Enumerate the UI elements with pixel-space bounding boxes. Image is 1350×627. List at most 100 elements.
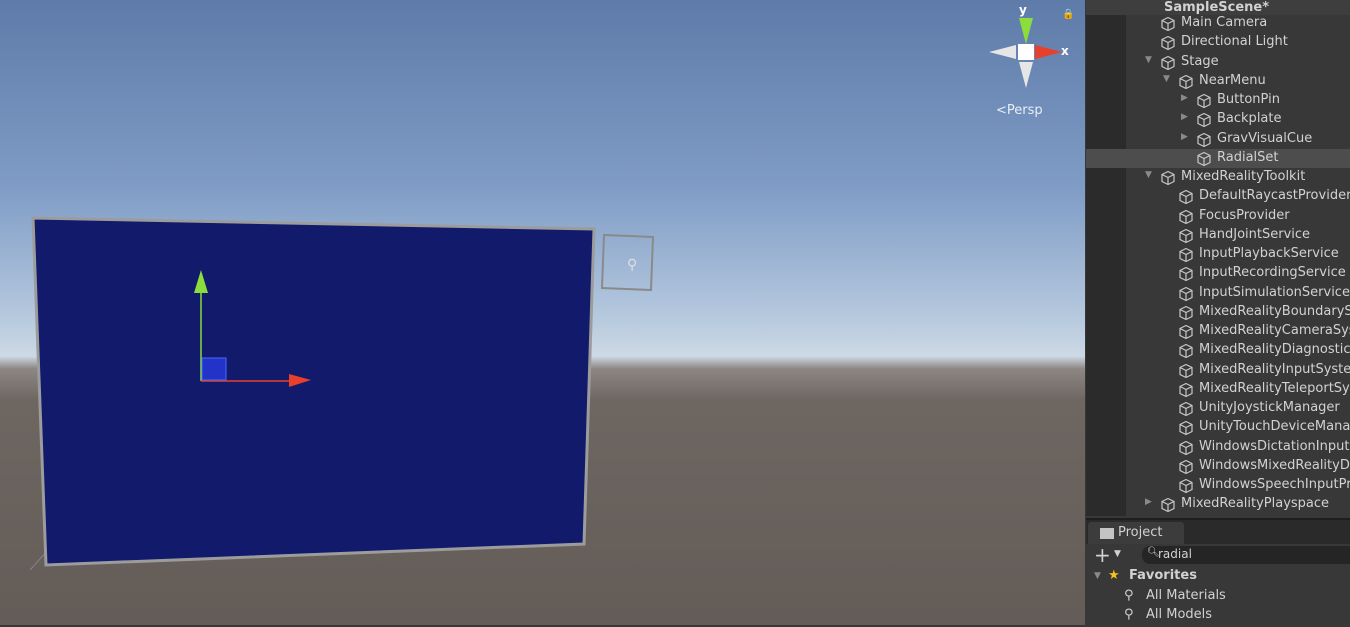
hierarchy-item[interactable]: WindowsSpeechInputProvider bbox=[1086, 476, 1350, 495]
item-label: FocusProvider bbox=[1199, 207, 1290, 223]
gameobject-icon bbox=[1196, 93, 1212, 109]
hierarchy-item[interactable]: MixedRealityTeleportSystem bbox=[1086, 380, 1350, 399]
gameobject-icon bbox=[1178, 478, 1194, 494]
gameobject-icon bbox=[1178, 363, 1194, 379]
lock-icon[interactable]: 🔒 bbox=[1062, 8, 1074, 20]
favorite-label: All Models bbox=[1146, 607, 1213, 622]
hierarchy-item[interactable]: InputRecordingService bbox=[1086, 264, 1350, 283]
hierarchy-item[interactable]: UnityTouchDeviceManager bbox=[1086, 418, 1350, 437]
expand-arrow-icon[interactable]: ▼ bbox=[1094, 571, 1101, 581]
hierarchy-item[interactable]: ▶ Backplate bbox=[1086, 110, 1350, 129]
item-label: Stage bbox=[1181, 53, 1219, 69]
item-label: NearMenu bbox=[1199, 72, 1266, 88]
gameobject-icon bbox=[1178, 247, 1194, 263]
gizmo-center[interactable] bbox=[1018, 44, 1034, 60]
hierarchy-item[interactable]: InputSimulationService bbox=[1086, 284, 1350, 303]
hierarchy-item[interactable]: RadialSet bbox=[1086, 148, 1350, 168]
item-label: InputRecordingService bbox=[1199, 265, 1346, 281]
hierarchy-panel[interactable]: SampleScene* Main Camera Directional Ligh… bbox=[1086, 0, 1350, 516]
gameobject-icon bbox=[1178, 440, 1194, 456]
favorite-item[interactable]: ⚲ All Materials bbox=[1086, 588, 1350, 608]
item-label: WindowsMixedRealityDeviceManager bbox=[1199, 457, 1350, 473]
item-label: MixedRealityTeleportSystem bbox=[1199, 380, 1350, 396]
search-input[interactable]: 🔍︎ radial bbox=[1142, 546, 1350, 564]
search-icon: ⚲ bbox=[1124, 607, 1134, 622]
hierarchy-item[interactable]: DefaultRaycastProvider bbox=[1086, 187, 1350, 206]
gameobject-icon bbox=[1178, 209, 1194, 225]
star-icon: ★ bbox=[1108, 568, 1120, 583]
hierarchy-item[interactable]: FocusProvider bbox=[1086, 207, 1350, 226]
gameobject-icon bbox=[1160, 55, 1176, 71]
gameobject-icon bbox=[1196, 151, 1212, 167]
scene-root[interactable]: SampleScene* bbox=[1086, 0, 1350, 15]
gameobject-icon bbox=[1178, 189, 1194, 205]
hierarchy-item[interactable]: ▶ GravVisualCue bbox=[1086, 130, 1350, 149]
favorite-item[interactable]: ⚲ All Models bbox=[1086, 607, 1350, 627]
gameobject-icon bbox=[1196, 132, 1212, 148]
hierarchy-item[interactable]: WindowsMixedRealityDeviceManager bbox=[1086, 457, 1350, 476]
item-label: WindowsSpeechInputProvider bbox=[1199, 477, 1350, 492]
item-label: Main Camera bbox=[1181, 15, 1268, 30]
favorites-section: ▼ ★ Favorites ⚲ All Materials ⚲ All Models bbox=[1086, 568, 1350, 627]
gizmo-negy-cone[interactable] bbox=[1019, 62, 1033, 88]
expand-arrow-icon[interactable]: ▶ bbox=[1145, 497, 1152, 507]
projection-toggle[interactable]: <Persp bbox=[996, 103, 1043, 118]
scene-canvas[interactable]: ⚲ y x 🔒 bbox=[0, 0, 1085, 625]
hierarchy-item[interactable]: ▶ ButtonPin bbox=[1086, 91, 1350, 110]
expand-arrow-icon[interactable]: ▶ bbox=[1181, 112, 1188, 122]
expand-arrow-icon[interactable]: ▼ bbox=[1163, 74, 1170, 84]
gizmo-y-cone[interactable] bbox=[1019, 18, 1033, 44]
xy-plane-handle[interactable] bbox=[201, 357, 227, 381]
hierarchy-item[interactable]: ▼ NearMenu bbox=[1086, 72, 1350, 91]
gameobject-icon bbox=[1178, 324, 1194, 340]
hierarchy-item[interactable]: ▶ MixedRealityPlayspace bbox=[1086, 495, 1350, 514]
hierarchy-item[interactable]: ▼ Stage bbox=[1086, 53, 1350, 72]
gameobject-icon bbox=[1178, 459, 1194, 475]
hierarchy-item[interactable]: HandJointService bbox=[1086, 226, 1350, 245]
expand-arrow-icon[interactable]: ▼ bbox=[1145, 170, 1152, 180]
gameobject-icon bbox=[1178, 420, 1194, 436]
expand-arrow-icon[interactable]: ▼ bbox=[1145, 55, 1152, 65]
gizmo-y-label: y bbox=[1019, 3, 1027, 17]
item-label: MixedRealityToolkit bbox=[1181, 169, 1306, 184]
item-label: MixedRealityCameraSystem bbox=[1199, 323, 1350, 338]
pin-icon: ⚲ bbox=[627, 257, 637, 273]
folder-icon bbox=[1100, 528, 1114, 539]
hierarchy-item[interactable]: Main Camera bbox=[1086, 14, 1350, 33]
favorites-header[interactable]: ▼ ★ Favorites bbox=[1086, 568, 1350, 588]
favorites-label: Favorites bbox=[1129, 568, 1197, 583]
hierarchy-item[interactable]: MixedRealityBoundarySystem bbox=[1086, 303, 1350, 322]
gameobject-icon bbox=[1178, 343, 1194, 359]
orientation-gizmo[interactable]: y x bbox=[989, 3, 1069, 88]
hierarchy-item[interactable]: ▼ MixedRealityToolkit bbox=[1086, 168, 1350, 187]
gameobject-icon bbox=[1178, 286, 1194, 302]
tab-project[interactable]: Project bbox=[1088, 522, 1184, 544]
near-menu-backplate[interactable] bbox=[31, 216, 596, 567]
hierarchy-item[interactable]: MixedRealityDiagnosticsSystem bbox=[1086, 341, 1350, 360]
gameobject-icon bbox=[1160, 16, 1176, 32]
hierarchy-item[interactable]: WindowsDictationInputProvider bbox=[1086, 438, 1350, 457]
hierarchy-item[interactable]: Directional Light bbox=[1086, 33, 1350, 52]
gizmo-x-cone[interactable] bbox=[1035, 45, 1062, 59]
item-label: InputPlaybackService bbox=[1199, 246, 1339, 261]
item-label: HandJointService bbox=[1199, 226, 1311, 242]
gizmo-negx-cone[interactable] bbox=[989, 45, 1016, 59]
project-panel[interactable]: Project + ▼ 🔍︎ radial ▼ ★ Favorites ⚲ All Mat… bbox=[1086, 518, 1350, 625]
create-button[interactable]: + bbox=[1094, 543, 1111, 567]
hierarchy-item[interactable]: MixedRealityCameraSystem bbox=[1086, 322, 1350, 341]
search-icon: 🔍︎ bbox=[1147, 547, 1160, 558]
hierarchy-item[interactable]: InputPlaybackService bbox=[1086, 245, 1350, 264]
expand-arrow-icon[interactable]: ▶ bbox=[1181, 132, 1188, 142]
gameobject-icon bbox=[1178, 266, 1194, 282]
gameobject-icon bbox=[1178, 305, 1194, 321]
hierarchy-item[interactable]: UnityJoystickManager bbox=[1086, 399, 1350, 418]
pin-button[interactable]: ⚲ bbox=[600, 233, 655, 292]
item-label: UnityJoystickManager bbox=[1199, 400, 1340, 415]
expand-arrow-icon[interactable]: ▶ bbox=[1181, 93, 1188, 103]
chevron-down-icon[interactable]: ▼ bbox=[1114, 549, 1121, 559]
gizmo-x-label: x bbox=[1061, 44, 1069, 58]
scene-view[interactable]: ⚲ y x 🔒 <Persp bbox=[0, 0, 1085, 625]
hierarchy-item[interactable]: MixedRealityInputSystem bbox=[1086, 361, 1350, 380]
tab-label: Project bbox=[1118, 525, 1163, 540]
search-icon: ⚲ bbox=[1124, 587, 1134, 603]
